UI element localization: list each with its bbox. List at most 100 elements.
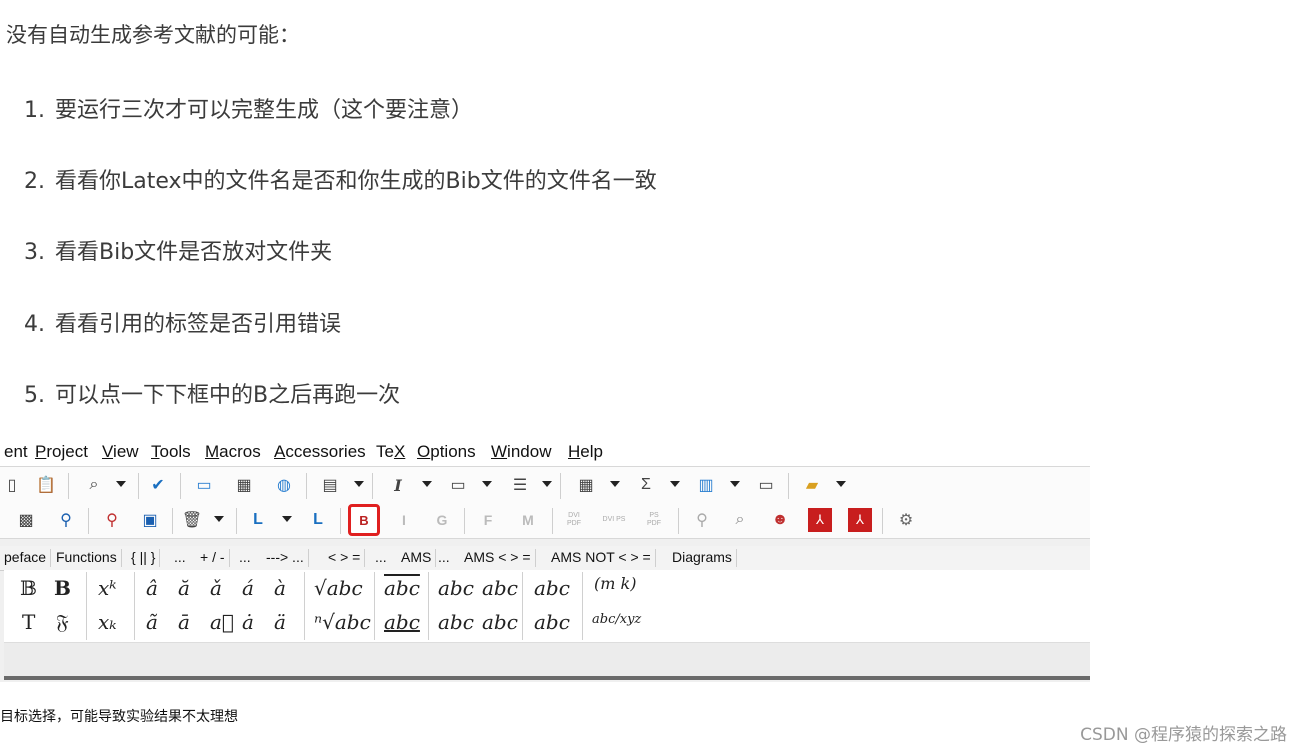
list-text: 可以点一下下框中的B之后再跑一次 [55,383,401,408]
folder-search-icon[interactable]: ▰ [800,473,824,497]
symbol-overleftarrow[interactable]: abc [438,576,474,600]
symbol-mathbb[interactable]: 𝔹 [20,576,37,600]
menu-options[interactable]: Options [417,442,476,462]
symbol-binom[interactable]: (m k) [594,574,636,593]
book-icon[interactable]: ▥ [694,473,718,497]
menu-window[interactable]: Window [491,442,551,462]
window-icon[interactable]: ▣ [138,508,162,532]
menu-view[interactable]: View [102,442,139,462]
pdf-icon[interactable]: ⅄ [808,508,832,532]
menu-tools[interactable]: Tools [151,442,191,462]
grid-icon[interactable]: ▩ [14,508,38,532]
screenshot-caption: 目标选择，可能导致实验结果不太理想 [0,709,238,725]
list-number: 2. [24,169,45,194]
find-in-pdf-icon[interactable]: ⚲ [100,508,124,532]
view-log-icon[interactable]: ☻ [768,508,792,532]
ps-pdf-button[interactable]: PS PDF [642,508,666,532]
tab-more[interactable]: ... [170,549,190,567]
symbol-tilde[interactable]: ã [146,610,158,634]
xelatex-icon[interactable]: L [246,508,270,532]
copy-icon[interactable]: ▯ [0,473,24,497]
search-icon[interactable]: ⚲ [54,508,78,532]
toolbar-main: ▯ 📋 ⌕ ✔ ▭ ▦ ◍ ▤ I ▭ ☰ ▦ Σ ▥ ▭ ▰ [0,466,1090,504]
spellcheck-icon[interactable]: ✔ [146,473,170,497]
table-icon[interactable]: ▦ [232,473,256,497]
divider [4,676,1090,680]
symbol-ddot[interactable]: ä [274,610,286,634]
pdf-search-icon[interactable]: ⅄ [848,508,872,532]
m-button[interactable]: M [516,508,540,532]
tabular-icon[interactable]: ▦ [574,473,598,497]
tab-arrows[interactable]: ---> ... [262,549,309,567]
bibtex-button[interactable]: B [348,504,380,536]
section-icon[interactable]: ▭ [446,473,470,497]
settings-icon[interactable]: ⚙ [894,508,918,532]
index-button[interactable]: I [392,508,416,532]
find-icon[interactable]: ⌕ [82,473,106,497]
menu-help[interactable]: Help [568,442,603,462]
dvi-pdf-button[interactable]: DVI PDF [562,508,586,532]
web-icon[interactable]: ◍ [272,473,296,497]
tab-delimiters[interactable]: { || } [127,549,161,567]
symbol-frac[interactable]: abc/xyz [592,612,641,627]
italic-icon[interactable]: I [386,473,410,497]
symbol-hat[interactable]: â [146,576,158,600]
symbol-widehat[interactable]: abc [482,610,518,634]
symbol-dot[interactable]: ȧ [242,610,254,634]
tab-relations[interactable]: < > = [324,549,366,567]
glossary-button[interactable]: G [430,508,454,532]
paste-icon[interactable]: 📋 [34,473,58,497]
list-icon[interactable]: ☰ [508,473,532,497]
symbol-mathrm[interactable]: T [22,610,35,634]
menu-tex[interactable]: TeX [376,442,405,462]
tab-typeface[interactable]: peface [0,549,52,567]
list-item: 4. 看看引用的标签是否引用错误 [24,306,341,338]
symbol-widetilde[interactable]: abc [438,610,474,634]
menu-macros[interactable]: Macros [205,442,261,462]
tab-ams-relations[interactable]: AMS < > = [460,549,536,567]
tab-functions[interactable]: Functions [52,549,122,567]
symbol-overrightarrow[interactable]: abc [482,576,518,600]
trash-icon[interactable]: 🗑 [180,508,204,532]
menu-accessories[interactable]: Accessories [274,442,366,462]
list-text: 看看引用的标签是否引用错误 [55,312,342,337]
symbol-bar[interactable]: ā [178,610,190,634]
symbol-nroot[interactable]: ⁿ√abc [314,610,371,634]
symbol-breve[interactable]: ă [178,576,190,600]
symbol-overbrace[interactable]: abc [534,576,570,600]
tab-ams[interactable]: AMS [397,549,437,567]
tab-more[interactable]: ... [371,549,391,567]
symbol-superscript[interactable]: xᵏ [98,576,117,600]
list-text: 要运行三次才可以完整生成（这个要注意） [55,98,474,123]
image-icon[interactable]: ▭ [192,473,216,497]
tab-more[interactable]: ... [235,549,255,567]
dvi-ps-button[interactable]: DVI PS [602,508,626,532]
symbol-vec[interactable]: a⃗ [210,610,234,634]
tab-diagrams[interactable]: Diagrams [668,549,737,567]
symbol-subscript[interactable]: xₖ [98,610,117,634]
symbol-underline[interactable]: abc [384,610,420,634]
symbol-grave[interactable]: à [274,576,286,600]
symbol-acute[interactable]: á [242,576,254,600]
symbol-check[interactable]: ǎ [210,576,222,600]
symbol-overline[interactable]: abc [384,576,420,600]
symbol-underbrace[interactable]: abc [534,610,570,634]
list-number: 5. [24,383,45,408]
menu-project[interactable]: Project [35,442,88,462]
f-button[interactable]: F [476,508,500,532]
sigma-icon[interactable]: Σ [634,473,658,497]
tab-ams-not-relations[interactable]: AMS NOT < > = [547,549,656,567]
tab-operators[interactable]: + / - [196,549,230,567]
menu-document[interactable]: ent [4,442,28,462]
list-number: 3. [24,240,45,265]
list-item: 2. 看看你Latex中的文件名是否和你生成的Bib文件的文件名一致 [24,163,657,195]
note-icon[interactable]: ▭ [754,473,778,497]
document-icon[interactable]: ▤ [318,473,342,497]
symbol-bold[interactable]: B [54,576,71,600]
view-dvi-icon[interactable]: ⚲ [690,508,714,532]
symbol-mathfrak[interactable]: 𝔉 [56,610,69,634]
symbol-sqrt[interactable]: √abc [314,576,363,600]
tab-more[interactable]: ... [434,549,454,567]
view-ps-icon[interactable]: ⌕ [728,508,752,532]
xelatex-alt-icon[interactable]: L [306,508,330,532]
